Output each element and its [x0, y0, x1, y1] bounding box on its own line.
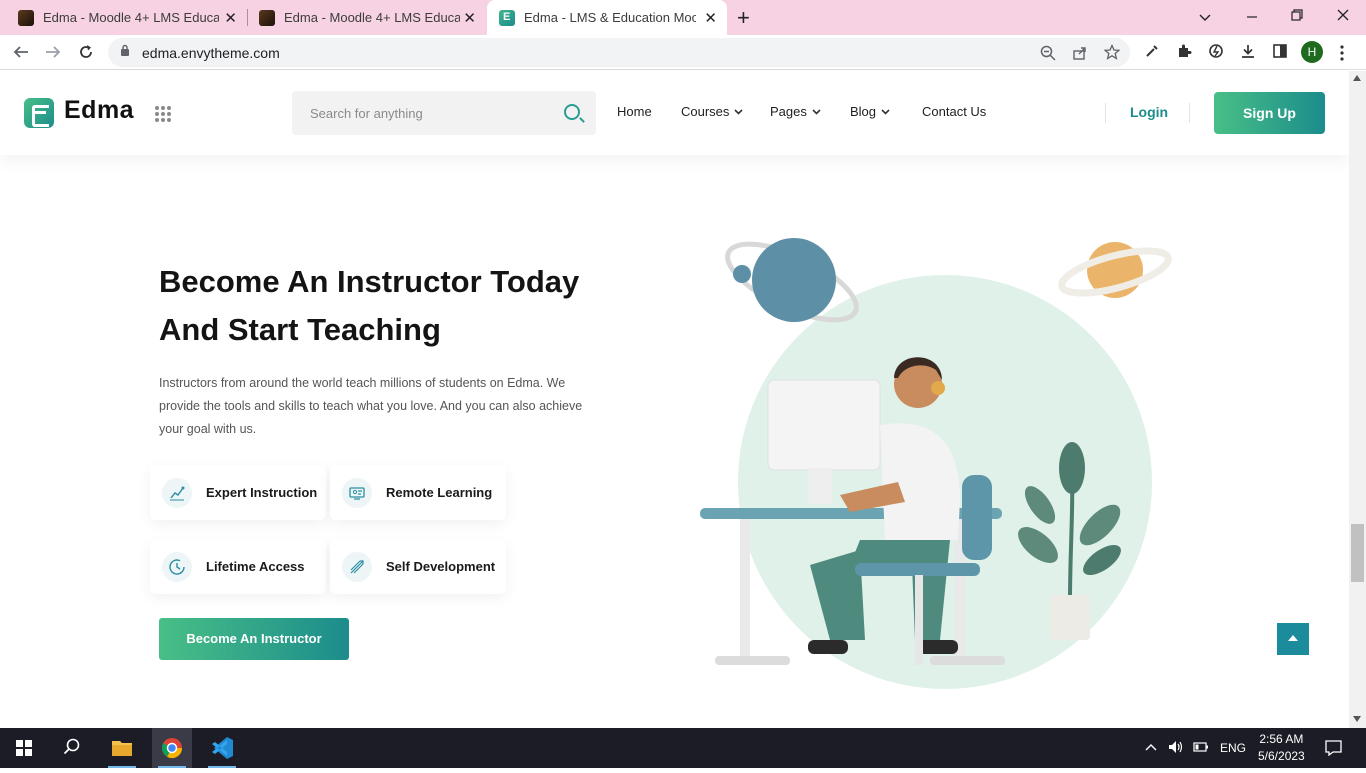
tab-favicon: [18, 9, 34, 26]
hero-description: Instructors from around the world teach …: [159, 376, 583, 436]
chevron-down-icon: [734, 108, 743, 115]
close-tab-icon[interactable]: ✕: [704, 9, 717, 27]
notification-icon[interactable]: [1325, 740, 1342, 756]
scroll-down-icon[interactable]: [1353, 716, 1361, 722]
back-to-top-button[interactable]: [1277, 623, 1309, 655]
search-box: [292, 91, 596, 135]
site-header: Edma Home Courses Pages Blog Contact Us …: [0, 71, 1349, 155]
orange-planet-icon: [1058, 242, 1172, 298]
nav-label: Home: [617, 104, 652, 119]
profile-avatar[interactable]: H: [1301, 41, 1323, 63]
language-indicator[interactable]: ENG: [1220, 741, 1246, 755]
share-icon[interactable]: [1072, 45, 1088, 61]
chrome-icon[interactable]: [152, 728, 192, 768]
taskbar-clock[interactable]: 2:56 AM 5/6/2023: [1258, 731, 1305, 765]
url-bar[interactable]: edma.envytheme.com: [108, 38, 1130, 67]
tab-title: Edma - Moodle 4+ LMS Education: [43, 10, 219, 25]
browser-tab[interactable]: Edma - Moodle 4+ LMS Education ✕: [241, 0, 486, 35]
logo-text[interactable]: Edma: [64, 96, 134, 125]
scroll-up-icon[interactable]: [1353, 75, 1361, 81]
feature-card: Self Development: [330, 539, 506, 594]
feature-card: Expert Instruction: [150, 465, 326, 520]
clock-date: 5/6/2023: [1258, 749, 1305, 763]
battery-icon[interactable]: [1193, 742, 1209, 752]
feature-card: Lifetime Access: [150, 539, 326, 594]
apps-grid-icon[interactable]: [155, 106, 171, 122]
nav-courses[interactable]: Courses: [681, 104, 743, 119]
browser-tab-bar: Edma - Moodle 4+ LMS Education ✕ Edma - …: [0, 0, 1366, 35]
remote-learning-icon: [342, 477, 372, 508]
volume-icon[interactable]: [1168, 740, 1184, 754]
tab-favicon: [259, 9, 275, 26]
restore-icon[interactable]: [1290, 8, 1304, 22]
close-tab-icon[interactable]: ✕: [224, 9, 237, 27]
signup-button[interactable]: Sign Up: [1214, 92, 1325, 134]
instructor-illustration: [700, 238, 1172, 689]
tab-title: Edma - LMS & Education Moodle: [524, 10, 696, 25]
become-instructor-button[interactable]: Become An Instructor: [159, 618, 349, 660]
new-tab-button[interactable]: +: [737, 5, 750, 31]
tab-search-icon[interactable]: [1198, 10, 1212, 24]
download-icon[interactable]: [1240, 43, 1256, 59]
side-panel-icon[interactable]: [1272, 43, 1288, 59]
nav-home[interactable]: Home: [617, 104, 652, 119]
edma-logo-icon[interactable]: [24, 98, 54, 128]
search-icon[interactable]: [564, 104, 580, 120]
clock-icon: [162, 551, 192, 582]
clock-time: 2:56 AM: [1259, 732, 1304, 746]
bookmark-star-icon[interactable]: [1104, 44, 1120, 60]
browser-menu-icon[interactable]: [1340, 45, 1344, 61]
nav-label: Pages: [770, 104, 807, 119]
divider: [1105, 103, 1106, 123]
self-development-icon: [342, 551, 372, 582]
close-tab-icon[interactable]: ✕: [463, 9, 476, 27]
zoom-icon[interactable]: [1040, 45, 1056, 61]
tray-chevron-up-icon[interactable]: [1145, 743, 1157, 751]
nav-pages[interactable]: Pages: [770, 104, 821, 119]
feature-label: Expert Instruction: [206, 485, 318, 500]
nav-contact[interactable]: Contact Us: [922, 104, 986, 119]
performance-icon[interactable]: [1208, 43, 1224, 59]
vscode-icon[interactable]: [202, 728, 242, 768]
file-explorer-icon[interactable]: [102, 728, 142, 768]
chevron-down-icon: [812, 108, 821, 115]
lock-icon[interactable]: [120, 44, 130, 56]
search-input[interactable]: [292, 91, 552, 135]
forward-icon[interactable]: [44, 44, 62, 60]
taskbar-search-icon[interactable]: [63, 738, 81, 756]
feature-card: Remote Learning: [330, 465, 506, 520]
close-window-icon[interactable]: [1336, 8, 1350, 22]
page-scrollbar[interactable]: [1349, 71, 1366, 728]
nav-label: Blog: [850, 104, 877, 119]
windows-start-icon[interactable]: [16, 740, 32, 756]
tab-title: Edma - Moodle 4+ LMS Education: [284, 10, 460, 25]
divider: [1189, 103, 1190, 123]
extensions-icon[interactable]: [1176, 43, 1192, 59]
expert-instruction-icon: [162, 477, 192, 508]
blue-planet-icon: [725, 238, 859, 323]
login-link[interactable]: Login: [1130, 104, 1168, 120]
reload-icon[interactable]: [77, 43, 95, 61]
url-text[interactable]: edma.envytheme.com: [142, 45, 280, 61]
browser-tab-active[interactable]: Edma - LMS & Education Moodle ✕: [487, 0, 727, 35]
nav-blog[interactable]: Blog: [850, 104, 890, 119]
browser-tab[interactable]: Edma - Moodle 4+ LMS Education ✕: [0, 0, 247, 35]
feature-label: Self Development: [386, 559, 496, 574]
hero-title-line: Become An Instructor Today: [159, 264, 580, 299]
feature-label: Remote Learning: [386, 485, 493, 500]
nav-label: Courses: [681, 104, 730, 119]
windows-taskbar: ENG 2:56 AM 5/6/2023: [0, 728, 1366, 768]
minimize-icon[interactable]: [1245, 10, 1259, 24]
hero-title: Become An Instructor Today And Start Tea…: [159, 258, 619, 354]
address-bar: edma.envytheme.com H: [0, 35, 1366, 70]
back-icon[interactable]: [12, 44, 30, 60]
scrollbar-thumb[interactable]: [1351, 524, 1364, 582]
tab-favicon: [499, 9, 515, 26]
nav-label: Contact Us: [922, 104, 987, 119]
feature-label: Lifetime Access: [206, 559, 305, 574]
hero-title-line: And Start Teaching: [159, 312, 441, 347]
eyedropper-icon[interactable]: [1144, 43, 1160, 59]
chevron-down-icon: [881, 108, 890, 115]
